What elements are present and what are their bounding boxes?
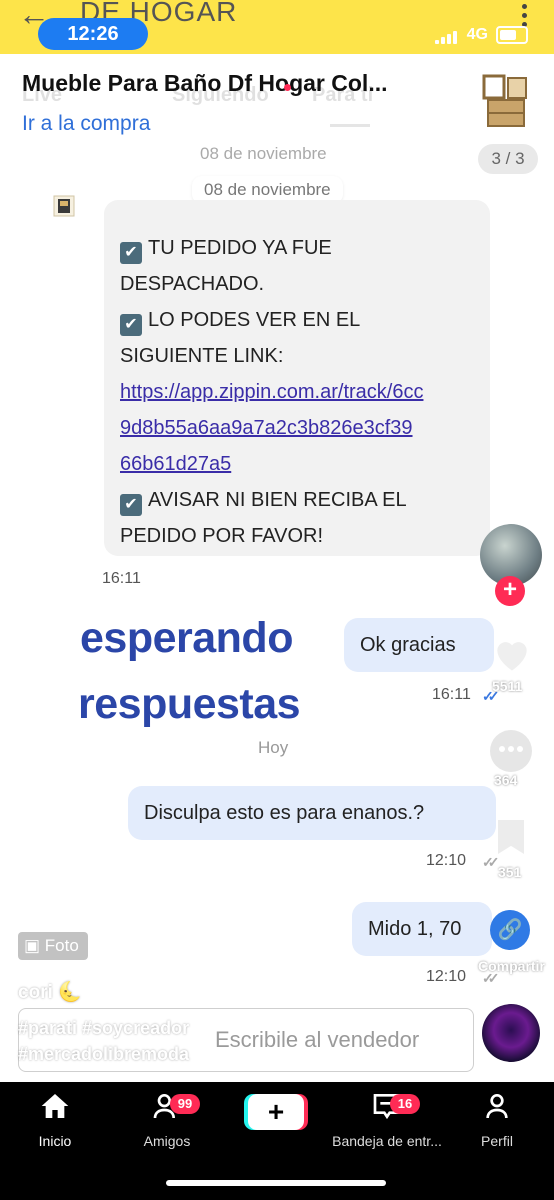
sent-message-bubble: Disculpa esto es para enanos.? [128,786,496,840]
date-divider-ghost: 08 de noviembre [200,144,327,163]
likes-count: 5511 [492,678,523,694]
tiktok-tab-underline [330,124,370,127]
sent-message-bubble: Mido 1, 70 [352,902,492,956]
follow-plus-icon[interactable]: + [495,576,525,606]
nav-inbox[interactable]: Bandeja de entr... 16 [332,1090,442,1149]
received-message-bubble: ✔ TU PEDIDO YA FUE DESPACHADO. ✔ LO PODES … [104,200,490,556]
status-indicators: 4G [434,26,528,44]
message-line: SIGUIENTE LINK: [120,345,284,367]
image-counter: 3 / 3 [478,144,538,174]
message-line: PEDIDO POR FAVOR! [120,525,323,547]
network-type: 4G [466,26,488,43]
comments-count: 364 [494,772,518,788]
message-line: ✔ TU PEDIDO YA FUE [120,230,474,266]
seller-avatar [52,194,76,218]
create-button[interactable]: + [248,1094,304,1130]
nav-profile-label: Perfil [481,1133,513,1149]
status-time: 12:26 [38,18,148,50]
product-title: Mueble Para Baño Df Hogar Col... [22,70,388,96]
home-icon [41,1094,69,1118]
message-line: ✔ LO PODES VER EN EL [120,302,474,338]
sent-message-time: 12:10 [426,852,467,869]
delivered-receipt-icon: ✓✓ [482,854,500,870]
live-indicator-dot [284,84,291,91]
saves-count: 351 [498,864,522,880]
nav-home-label: Inicio [38,1133,72,1149]
nav-inbox-label: Bandeja de entr... [332,1133,442,1149]
username[interactable]: cori 🌜 [18,980,82,1004]
today-divider: Hoy [258,738,289,757]
check-mark-icon: ✔ [120,494,142,516]
sent-message-bubble: Ok gracias [344,618,494,672]
check-mark-icon: ✔ [120,242,142,264]
tracking-link[interactable]: 66b61d27a5 [120,446,474,482]
caption-hashtags-line2[interactable]: #mercadolibremoda [18,1044,189,1065]
nav-home[interactable]: Inicio [0,1090,110,1149]
heart-icon[interactable] [490,632,534,676]
signal-icon [434,26,459,44]
friends-badge: 99 [170,1094,200,1114]
photo-badge: ▣ Foto [18,932,88,960]
bookmark-icon[interactable] [498,820,524,854]
overlay-text-line2: respuestas [78,680,301,728]
nav-friends-label: Amigos [143,1133,191,1149]
overlay-text-line1: esperando [80,614,293,662]
caption-hashtags-line1[interactable]: #parati #soycreador [18,1018,189,1039]
music-disc-icon[interactable] [482,1004,540,1062]
home-indicator [166,1180,386,1186]
profile-icon [486,1094,508,1119]
nav-profile[interactable]: Perfil [442,1090,552,1149]
go-to-purchase-link[interactable]: Ir a la compra [22,112,150,136]
message-line: DESPACHADO. [120,273,265,295]
share-link-icon[interactable]: 🔗 [490,910,530,950]
sent-message-time: 16:11 [432,686,471,703]
received-message-time: 16:11 [102,570,141,587]
message-line: ✔ AVISAR NI BIEN RECIBA EL [120,482,474,518]
image-icon: ▣ [24,936,45,955]
comment-icon[interactable] [490,730,532,772]
product-thumbnail[interactable] [478,70,534,134]
check-mark-icon: ✔ [120,314,142,336]
sent-message-time: 12:10 [426,968,467,985]
inbox-badge: 16 [390,1094,420,1114]
tracking-link[interactable]: 9d8b55a6aa9a7a2c3b826e3cf39 [120,410,474,446]
battery-icon [496,26,528,44]
share-label: Compartir [478,958,545,974]
tracking-link[interactable]: https://app.zippin.com.ar/track/6cc [120,374,474,410]
nav-friends[interactable]: Amigos 99 [112,1090,222,1149]
